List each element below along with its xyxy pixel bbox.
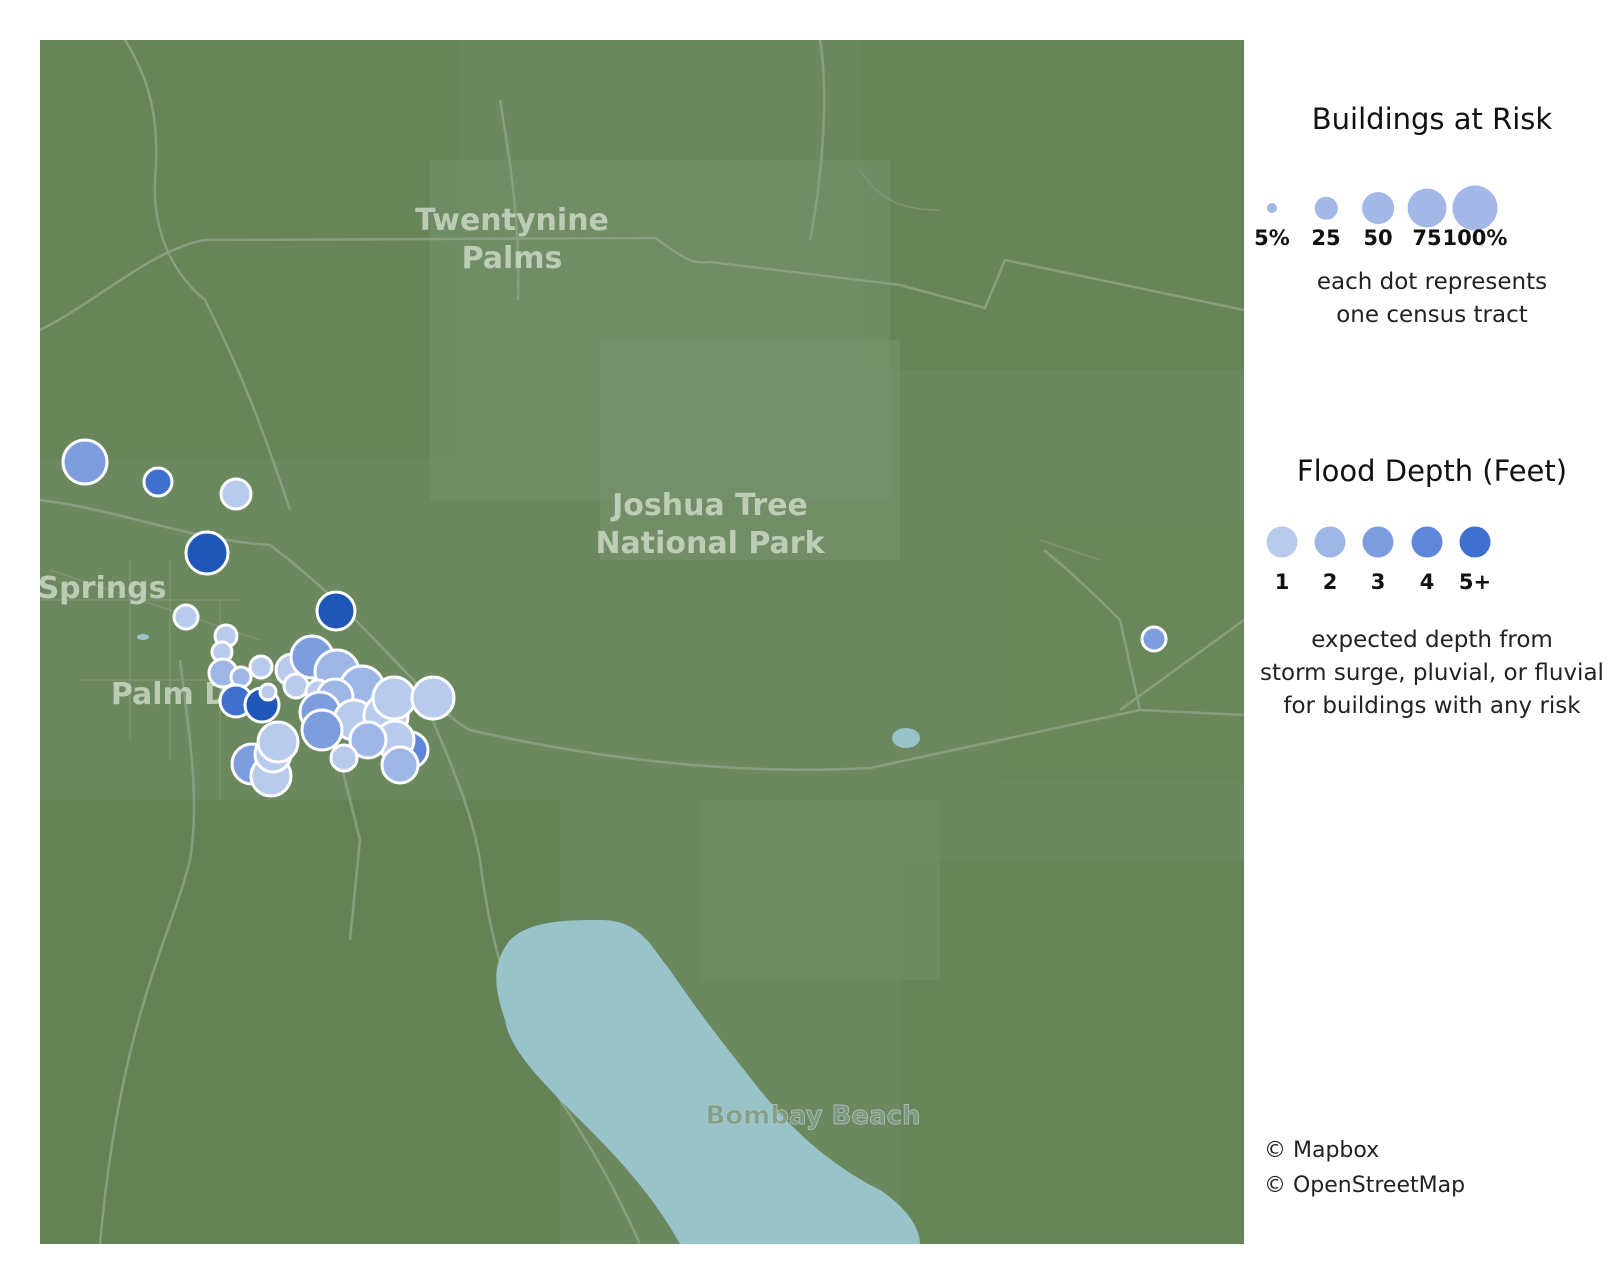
tract-dot[interactable] xyxy=(142,466,174,498)
pond xyxy=(137,634,149,640)
tract-dot[interactable] xyxy=(300,708,344,752)
tract-dot[interactable] xyxy=(282,672,310,700)
size-note-line-2: one census tract xyxy=(1336,302,1528,328)
tract-dot[interactable] xyxy=(410,675,456,721)
place-label-twentynine-palms: Palms xyxy=(462,241,563,276)
tract-dot[interactable] xyxy=(380,745,420,785)
size-legend-dot xyxy=(1452,185,1498,231)
size-legend-note: each dot represents one census tract xyxy=(1244,266,1620,332)
depth-legend-label: 5+ xyxy=(1458,570,1492,594)
tract-dot[interactable] xyxy=(315,590,357,632)
size-note-line-1: each dot represents xyxy=(1316,269,1548,295)
size-legend-title: Buildings at Risk xyxy=(1311,102,1553,136)
size-legend-dot xyxy=(1362,192,1394,224)
tract-dot[interactable] xyxy=(61,438,109,486)
size-legend-label: 50 xyxy=(1363,226,1393,250)
place-label-joshua-tree: Joshua Tree xyxy=(610,488,808,523)
tract-dot[interactable] xyxy=(184,530,230,576)
depth-legend-dot xyxy=(1362,526,1394,558)
tract-dot[interactable] xyxy=(219,477,253,511)
size-legend-dot xyxy=(1266,202,1278,214)
depth-legend-note: expected depth from storm surge, pluvial… xyxy=(1244,624,1620,723)
legend: Buildings at Risk 5% 25 50 75 100% each dot … xyxy=(1244,40,1620,1244)
place-label-springs: Springs xyxy=(40,571,166,606)
depth-note-line-1: expected depth from xyxy=(1311,627,1553,653)
tract-dot[interactable] xyxy=(258,682,278,702)
depth-legend-label: 4 xyxy=(1419,570,1435,594)
size-legend-label: 100% xyxy=(1442,226,1508,250)
place-label-joshua-tree: National Park xyxy=(595,526,825,561)
size-legend-label: 25 xyxy=(1311,226,1341,250)
size-legend-dot xyxy=(1314,196,1338,220)
credit-openstreetmap[interactable]: © OpenStreetMap xyxy=(1264,1173,1465,1198)
place-label-twentynine-palms: Twentynine xyxy=(415,203,609,238)
size-legend-dots xyxy=(1244,170,1620,231)
depth-legend-label: 2 xyxy=(1322,570,1338,594)
depth-legend-dot xyxy=(1314,526,1346,558)
depth-legend-label: 1 xyxy=(1274,570,1290,594)
tract-dot[interactable] xyxy=(1140,625,1168,653)
tract-dot[interactable] xyxy=(371,675,417,721)
depth-legend-label: 3 xyxy=(1370,570,1386,594)
figure: Twentynine Palms Joshua Tree National Park S… xyxy=(0,0,1620,1280)
tract-dot[interactable] xyxy=(329,743,359,773)
map[interactable]: Twentynine Palms Joshua Tree National Park S… xyxy=(40,40,1244,1244)
small-lake xyxy=(892,728,920,748)
size-legend-label: 75 xyxy=(1412,226,1442,250)
tract-dot[interactable] xyxy=(172,603,200,631)
map-canvas[interactable]: TwentyninePalms Joshua TreeNational Park S… xyxy=(40,40,1244,1244)
credit-mapbox[interactable]: © Mapbox xyxy=(1264,1138,1379,1163)
depth-legend-dot xyxy=(1411,526,1443,558)
tract-dot[interactable] xyxy=(256,720,300,764)
depth-legend-dot xyxy=(1266,526,1298,558)
depth-note-line-2: storm surge, pluvial, or fluvial xyxy=(1260,660,1604,686)
tract-dot[interactable] xyxy=(248,654,274,680)
depth-legend-ticks: 1 2 3 4 5+ xyxy=(1244,570,1620,630)
size-legend-label: 5% xyxy=(1254,226,1290,250)
depth-note-line-3: for buildings with any risk xyxy=(1283,693,1581,719)
size-legend-dot xyxy=(1407,188,1447,228)
depth-legend-title: Flood Depth (Feet) xyxy=(1296,454,1568,488)
place-label-bombay-beach: Bombay Beach xyxy=(705,1101,920,1131)
depth-legend-dot xyxy=(1459,526,1491,558)
